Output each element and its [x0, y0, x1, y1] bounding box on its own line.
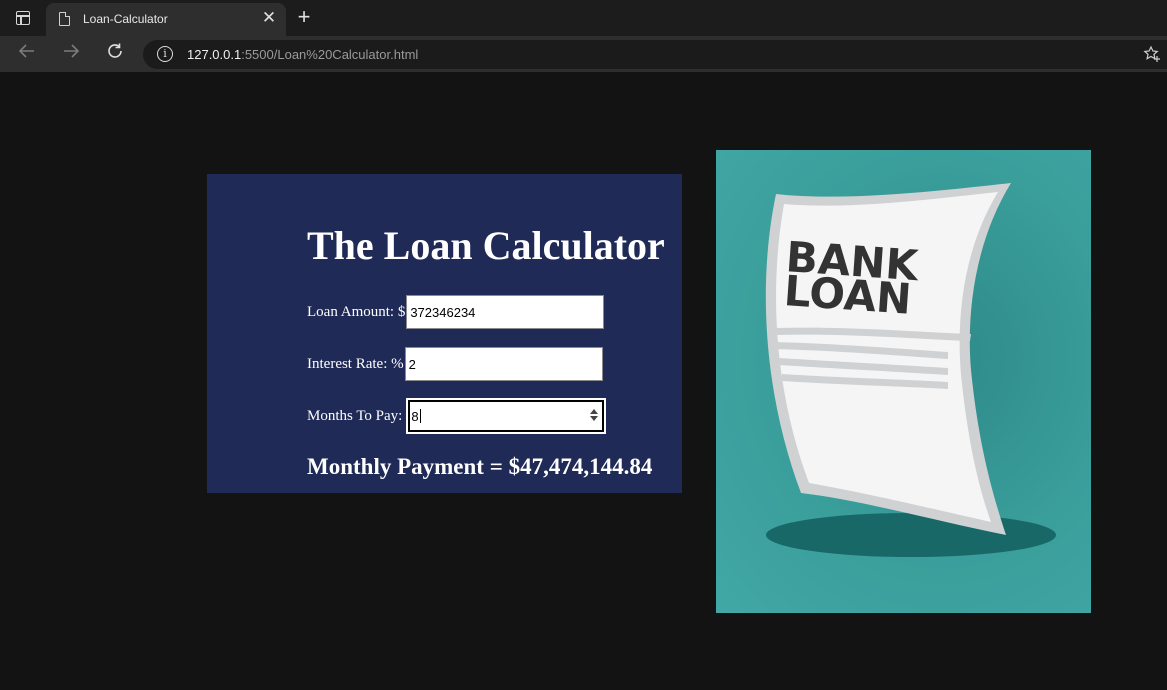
text-caret [419, 409, 421, 423]
tab-title: Loan-Calculator [83, 12, 168, 26]
new-tab-button[interactable]: + [294, 6, 314, 28]
interest-rate-input[interactable]: 2 [404, 347, 603, 381]
sidebar-toggle-icon[interactable] [16, 11, 30, 25]
loan-calculator-panel: The Loan Calculator Loan Amount: $ 37234… [207, 174, 682, 493]
page-title: The Loan Calculator [307, 223, 665, 268]
months-input[interactable]: 8 [406, 398, 607, 434]
browser-tab[interactable]: Loan-Calculator ✕ [46, 3, 286, 36]
bank-loan-document-icon: BANK LOAN [765, 183, 1056, 557]
page-icon [59, 12, 70, 26]
add-favorite-icon[interactable] [1143, 45, 1161, 63]
back-arrow-icon[interactable] [14, 41, 40, 67]
interest-rate-value: 2 [408, 356, 416, 372]
interest-rate-row: Interest Rate: % 2 [307, 347, 603, 381]
url-text[interactable]: 127.0.0.1:5500/Loan%20Calculator.html [187, 47, 418, 62]
loan-amount-label: Loan Amount: $ [307, 303, 406, 320]
reload-icon[interactable] [102, 41, 128, 67]
bank-loan-illustration: BANK LOAN [716, 150, 1091, 613]
tab-strip: Loan-Calculator ✕ + [0, 0, 1167, 36]
months-row: Months To Pay: 8 [307, 398, 607, 434]
loan-amount-input[interactable]: 372346234 [406, 295, 605, 329]
number-spinner-icon[interactable] [590, 409, 599, 421]
monthly-payment-result: Monthly Payment = $47,474,144.84 [307, 454, 653, 479]
loan-text: LOAN [782, 266, 913, 324]
close-tab-icon[interactable]: ✕ [260, 9, 278, 27]
browser-toolbar: i 127.0.0.1:5500/Loan%20Calculator.html [0, 36, 1167, 72]
address-bar[interactable]: i 127.0.0.1:5500/Loan%20Calculator.html [143, 40, 1167, 69]
page-viewport: The Loan Calculator Loan Amount: $ 37234… [0, 72, 1167, 690]
interest-rate-label: Interest Rate: % [307, 355, 404, 372]
loan-amount-row: Loan Amount: $ 372346234 [307, 295, 605, 329]
months-label: Months To Pay: [307, 407, 403, 424]
months-value: 8 [411, 408, 419, 424]
info-icon[interactable]: i [157, 46, 173, 62]
forward-arrow-icon[interactable] [58, 41, 84, 67]
loan-amount-value: 372346234 [410, 304, 476, 320]
ground-shadow [766, 513, 1056, 557]
